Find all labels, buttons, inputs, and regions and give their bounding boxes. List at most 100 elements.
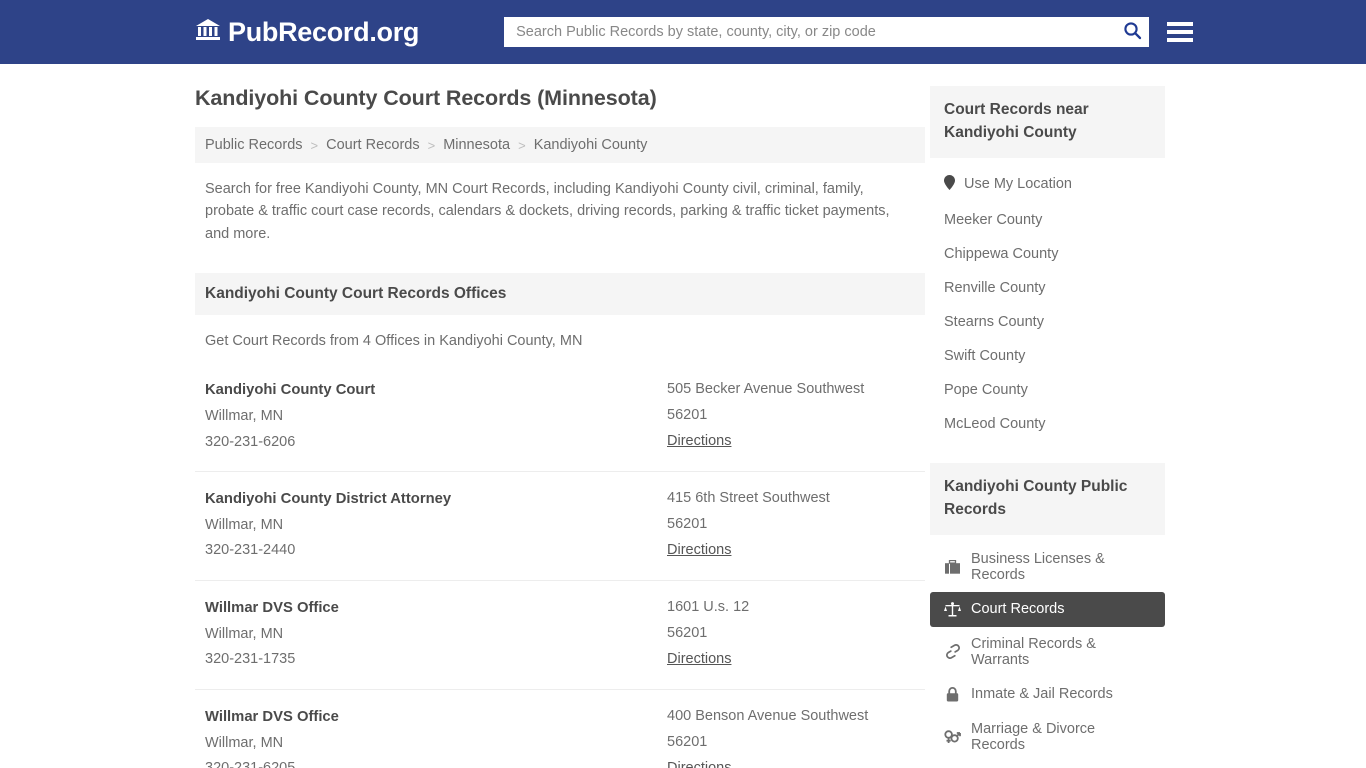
sidebar-item-swift-county[interactable]: Swift County [930, 339, 1165, 373]
sidebar-item-pope-county[interactable]: Pope County [930, 373, 1165, 407]
office-phone[interactable]: 320-231-2440 [205, 538, 667, 564]
hamburger-bar [1167, 38, 1194, 42]
directions-link[interactable]: Directions [667, 756, 731, 768]
nearby-counties-heading: Court Records near Kandiyohi County [930, 86, 1165, 158]
sidebar-item-criminal-records[interactable]: Criminal Records & Warrants [930, 627, 1165, 677]
sidebar-item-marriage-divorce-records[interactable]: Marriage & Divorce Records [930, 712, 1165, 762]
office-zip: 56201 [667, 733, 708, 750]
office-city-state: Willmar, MN [205, 516, 284, 533]
intro-paragraph: Search for free Kandiyohi County, MN Cou… [205, 181, 890, 242]
use-my-location-button[interactable]: Use My Location [930, 166, 1165, 203]
site-header: PubRecord.org [0, 0, 1366, 64]
county-label: Chippewa County [944, 245, 1059, 262]
page-title: Kandiyohi County Court Records (Minnesot… [195, 86, 657, 110]
table-row: Kandiyohi County Court Willmar, MN 320-2… [195, 363, 925, 473]
county-label: Meeker County [944, 211, 1043, 228]
sidebar-item-renville-county[interactable]: Renville County [930, 271, 1165, 305]
bank-icon [195, 17, 221, 48]
office-zip: 56201 [667, 625, 708, 642]
sidebar-item-property-records[interactable]: Property Records [930, 762, 1165, 768]
office-zip: 56201 [667, 516, 708, 533]
breadcrumb-separator: > [310, 137, 319, 153]
use-my-location-label: Use My Location [964, 176, 1072, 193]
office-name: Kandiyohi County District Attorney [205, 491, 452, 508]
sidebar-item-mcleod-county[interactable]: McLeod County [930, 407, 1165, 441]
hamburger-bar [1167, 22, 1194, 26]
office-details: Kandiyohi County District Attorney Willm… [205, 486, 667, 564]
office-details: Willmar DVS Office Willmar, MN 320-231-1… [205, 595, 667, 673]
office-name: Willmar DVS Office [205, 600, 339, 617]
office-street: 415 6th Street Southwest [667, 490, 830, 507]
breadcrumb-separator: > [427, 137, 436, 153]
office-city-state: Willmar, MN [205, 625, 284, 642]
record-label: Business Licenses & Records [971, 550, 1105, 583]
record-label: Inmate & Jail Records [971, 686, 1113, 703]
scales-of-justice-icon [944, 601, 961, 618]
search-button[interactable] [1119, 20, 1145, 44]
breadcrumb-item-public-records[interactable]: Public Records [205, 137, 303, 153]
office-phone[interactable]: 320-231-6206 [205, 430, 667, 456]
offices-section-heading: Kandiyohi County Court Records Offices [195, 273, 925, 316]
offices-section-subheading: Get Court Records from 4 Offices in Kand… [205, 333, 583, 350]
office-address: 400 Benson Avenue Southwest 56201 Direct… [667, 704, 925, 768]
search-input[interactable] [504, 17, 1150, 47]
handcuffs-icon [944, 643, 961, 660]
gender-symbols-icon [944, 728, 961, 745]
office-address: 505 Becker Avenue Southwest 56201 Direct… [667, 377, 925, 455]
office-address: 1601 U.s. 12 56201 Directions [667, 595, 925, 673]
search-container [504, 17, 1150, 47]
office-details: Kandiyohi County Court Willmar, MN 320-2… [205, 377, 667, 455]
offices-list: Kandiyohi County Court Willmar, MN 320-2… [195, 363, 925, 768]
table-row: Willmar DVS Office Willmar, MN 320-231-1… [195, 581, 925, 691]
office-street: 505 Becker Avenue Southwest [667, 381, 865, 398]
record-label: Marriage & Divorce Records [971, 720, 1096, 753]
sidebar-item-chippewa-county[interactable]: Chippewa County [930, 237, 1165, 271]
office-details: Willmar DVS Office Willmar, MN 320-231-6… [205, 704, 667, 768]
record-label: Criminal Records & Warrants [971, 635, 1096, 668]
search-icon [1123, 21, 1142, 43]
county-label: Pope County [944, 381, 1028, 398]
brand-name: PubRecord.org [228, 16, 420, 47]
sidebar-item-court-records[interactable]: Court Records [930, 591, 1165, 627]
sidebar-item-meeker-county[interactable]: Meeker County [930, 203, 1165, 237]
office-name: Willmar DVS Office [205, 709, 339, 726]
county-label: Renville County [944, 279, 1046, 296]
office-zip: 56201 [667, 407, 708, 424]
office-city-state: Willmar, MN [205, 407, 284, 424]
site-logo[interactable]: PubRecord.org [195, 17, 419, 48]
office-street: 400 Benson Avenue Southwest [667, 708, 869, 725]
directions-link[interactable]: Directions [667, 538, 731, 564]
office-phone[interactable]: 320-231-1735 [205, 647, 667, 673]
page-body: Kandiyohi County Court Records (Minnesot… [0, 64, 1366, 768]
county-label: McLeod County [944, 415, 1046, 432]
office-address: 415 6th Street Southwest 56201 Direction… [667, 486, 925, 564]
table-row: Willmar DVS Office Willmar, MN 320-231-6… [195, 690, 925, 768]
directions-link[interactable]: Directions [667, 429, 731, 455]
table-row: Kandiyohi County District Attorney Willm… [195, 472, 925, 582]
office-name: Kandiyohi County Court [205, 382, 376, 399]
sidebar-item-inmate-jail-records[interactable]: Inmate & Jail Records [930, 677, 1165, 712]
record-label: Court Records [971, 601, 1065, 618]
office-phone[interactable]: 320-231-6205 [205, 756, 667, 768]
map-pin-icon [944, 174, 955, 194]
main-content: Kandiyohi County Court Records (Minnesot… [195, 64, 925, 768]
office-street: 1601 U.s. 12 [667, 599, 750, 616]
public-records-list: Business Licenses & Records Court Record… [930, 535, 1165, 768]
breadcrumb: Public Records > Court Records > Minneso… [195, 127, 925, 163]
breadcrumb-separator: > [518, 137, 526, 153]
directions-link[interactable]: Directions [667, 647, 731, 673]
breadcrumb-item-kandiyohi-county[interactable]: Kandiyohi County [534, 137, 648, 153]
nearby-counties-list: Use My Location Meeker County Chippewa C… [930, 158, 1165, 441]
sidebar-item-business-licenses[interactable]: Business Licenses & Records [930, 542, 1165, 592]
breadcrumb-item-minnesota[interactable]: Minnesota [443, 137, 510, 153]
breadcrumb-item-court-records[interactable]: Court Records [326, 137, 419, 153]
county-label: Stearns County [944, 313, 1044, 330]
office-city-state: Willmar, MN [205, 734, 284, 751]
sidebar-item-stearns-county[interactable]: Stearns County [930, 305, 1165, 339]
public-records-heading: Kandiyohi County Public Records [930, 462, 1165, 535]
county-label: Swift County [944, 347, 1026, 364]
hamburger-menu-icon[interactable] [1167, 20, 1194, 44]
lock-icon [944, 686, 961, 703]
sidebar: Court Records near Kandiyohi County Use … [930, 64, 1165, 768]
briefcase-icon [944, 558, 961, 575]
